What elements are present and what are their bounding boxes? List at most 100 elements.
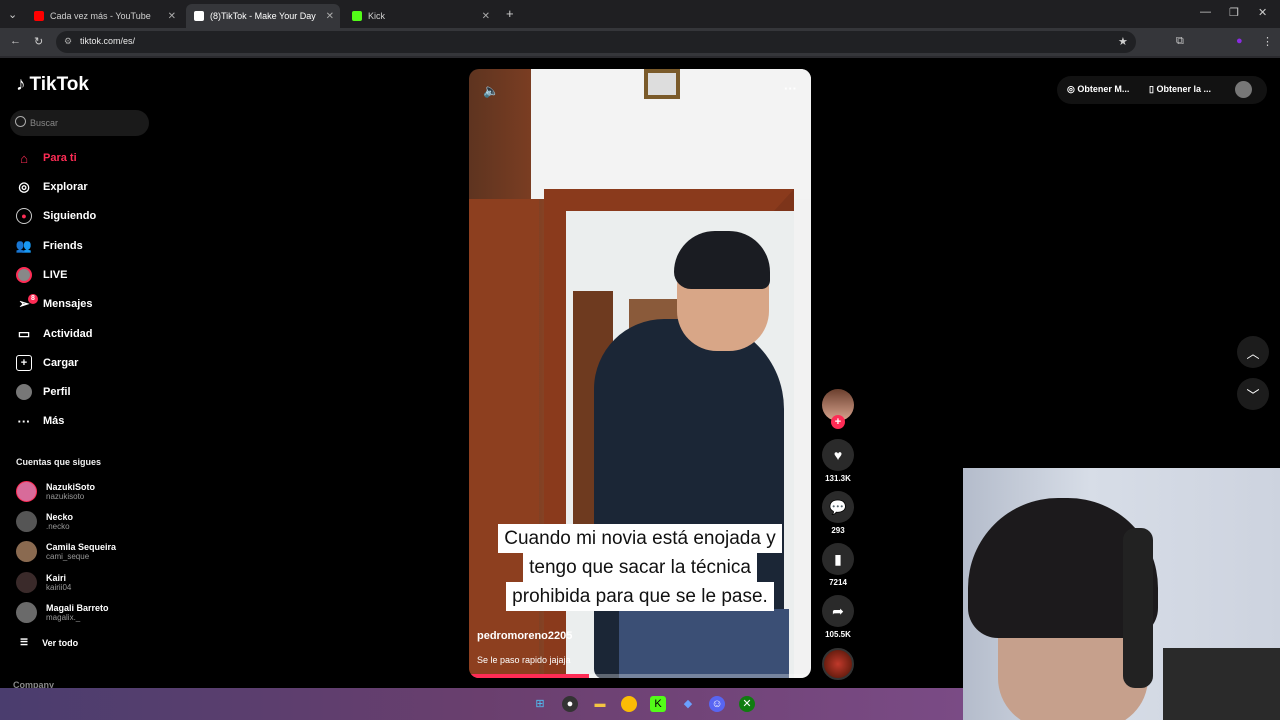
video-description: Se le paso rapido jajaja (477, 655, 571, 665)
share-icon: ➦ (822, 595, 854, 627)
account-handle: .necko (46, 521, 70, 531)
list-icon: ☰ (20, 637, 29, 647)
reload-icon[interactable]: ↻ (34, 35, 43, 48)
windows-start-icon[interactable]: ⊞ (532, 696, 548, 712)
account-handle: nazukisoto (46, 491, 85, 501)
nav-upload[interactable]: + Cargar (16, 353, 78, 373)
app-icon[interactable]: ◆ (680, 696, 696, 712)
maximize-icon[interactable]: ❐ (1229, 6, 1239, 19)
account-name: Camila Sequeira (46, 541, 117, 552)
get-app-button[interactable]: ▯ Obtener la ... (1149, 84, 1211, 95)
nav-for-you[interactable]: ⌂ Para ti (16, 148, 77, 168)
minimize-icon[interactable]: — (1200, 6, 1211, 18)
video-player[interactable]: 🔈 ··· Cuando mi novia está enojada y ten… (469, 69, 811, 678)
account-item[interactable]: Magali Barreto magalix._ (16, 598, 109, 626)
profile-icon (16, 384, 32, 400)
comment-button[interactable]: 💬 293 (822, 491, 854, 535)
nav-activity[interactable]: ▭ Actividad (16, 324, 93, 344)
nav-live[interactable]: LIVE (16, 265, 67, 285)
share-button[interactable]: ➦ 105.5K (822, 595, 854, 639)
account-name: Magali Barreto (46, 602, 109, 613)
close-icon[interactable]: ✕ (168, 11, 176, 22)
headphones (1123, 528, 1153, 688)
like-button[interactable]: ♥ 131.3K (822, 439, 854, 483)
user-avatar[interactable] (1235, 81, 1252, 98)
extensions-icon[interactable]: ⧉ (1176, 35, 1184, 48)
follow-plus-icon[interactable]: + (831, 415, 845, 429)
avatar (16, 480, 37, 502)
browser-tab-bar: ⌄ Cada vez más - YouTube ✕ (8)TikTok - M… (0, 0, 1280, 28)
nav-label: Mensajes (43, 298, 93, 310)
site-info-icon[interactable]: ⚙ (64, 36, 72, 47)
caption-line: prohibida para que se le pase. (506, 582, 774, 611)
chevron-up-icon: ︿ (1246, 345, 1260, 361)
close-icon[interactable]: ✕ (326, 11, 334, 22)
discord-icon[interactable]: ☺ (709, 696, 725, 712)
nav-label: Perfil (43, 386, 71, 398)
compass-icon: ◎ (18, 179, 30, 194)
save-button[interactable]: ▮ 7214 (822, 543, 854, 587)
nav-label: LIVE (43, 269, 68, 281)
nav-following[interactable]: ● Siguiendo (16, 206, 96, 226)
friends-icon: 👥 (15, 238, 33, 253)
previous-video-button[interactable]: ︿ (1237, 336, 1269, 368)
tab-list-icon[interactable]: ⌄ (8, 8, 17, 21)
nav-friends[interactable]: 👥 Friends (16, 236, 83, 256)
nav-explore[interactable]: ◎ Explorar (16, 177, 88, 197)
next-video-button[interactable]: ﹀ (1237, 378, 1269, 410)
new-tab-icon[interactable]: + (506, 6, 514, 21)
home-icon: ⌂ (20, 150, 28, 166)
video-progress-bar[interactable] (469, 674, 811, 678)
picture-frame (644, 69, 680, 99)
profile-avatar-icon[interactable]: ● (1236, 35, 1243, 47)
get-app-label: Obtener la ... (1156, 84, 1211, 94)
folder-icon[interactable]: ▬ (592, 696, 608, 712)
tab-tiktok[interactable]: (8)TikTok - Make Your Day ✕ (186, 4, 340, 28)
obs-icon[interactable]: ● (562, 696, 578, 712)
close-icon[interactable]: ✕ (482, 11, 490, 22)
see-all-link[interactable]: ☰ Ver todo (20, 637, 78, 648)
nav-messages[interactable]: ➢ 8 Mensajes (16, 294, 93, 314)
activity-icon: ▭ (17, 326, 31, 341)
account-item[interactable]: Kairi kairii04 (16, 568, 71, 596)
youtube-icon (34, 11, 44, 21)
see-all-label: Ver todo (42, 637, 79, 648)
url-field[interactable]: ⚙ tiktok.com/es/ (56, 31, 1136, 53)
avatar (16, 571, 37, 593)
nav-profile[interactable]: Perfil (16, 382, 71, 402)
tab-youtube[interactable]: Cada vez más - YouTube ✕ (26, 4, 182, 28)
get-coins-button[interactable]: ◎ Obtener M... (1067, 84, 1129, 95)
account-item[interactable]: Camila Sequeira cami_seque (16, 537, 116, 565)
bookmark-star-icon[interactable]: ★ (1118, 35, 1128, 48)
back-icon[interactable]: ← (10, 35, 21, 47)
kick-app-icon[interactable]: K (650, 696, 666, 712)
music-disc-icon[interactable] (822, 648, 854, 680)
more-options-icon[interactable]: ··· (784, 81, 797, 96)
nav-label: Explorar (43, 181, 88, 193)
url-text: tiktok.com/es/ (80, 36, 136, 46)
xbox-icon[interactable]: ✕ (739, 696, 755, 712)
video-username[interactable]: pedromoreno2205 (477, 630, 572, 642)
like-count: 131.3K (825, 474, 851, 483)
search-input[interactable]: Buscar (10, 110, 149, 136)
account-item[interactable]: NazukiSoto nazukisoto (16, 477, 95, 505)
nav-more[interactable]: ··· Más (16, 411, 65, 431)
tab-kick[interactable]: Kick ✕ (344, 4, 496, 28)
account-item[interactable]: Necko .necko (16, 507, 73, 535)
following-section-title: Cuentas que sigues (16, 457, 102, 467)
get-coins-label: Obtener M... (1077, 84, 1130, 94)
tiktok-note-icon: ♪ (16, 74, 26, 95)
menu-icon[interactable]: ⋮ (1262, 35, 1273, 48)
close-window-icon[interactable]: ✕ (1258, 6, 1267, 19)
following-icon: ● (16, 208, 32, 224)
volume-icon[interactable]: 🔈 (483, 83, 499, 99)
chrome-icon[interactable] (621, 696, 637, 712)
heart-icon: ♥ (822, 439, 854, 471)
nav-label: Cargar (43, 357, 79, 369)
tiktok-logo[interactable]: ♪ TikTok (16, 74, 89, 96)
account-name: Necko (46, 511, 74, 522)
tab-title: Kick (368, 11, 386, 21)
video-progress-fill (469, 674, 589, 678)
share-count: 105.5K (825, 630, 851, 639)
comment-icon: 💬 (822, 491, 854, 523)
